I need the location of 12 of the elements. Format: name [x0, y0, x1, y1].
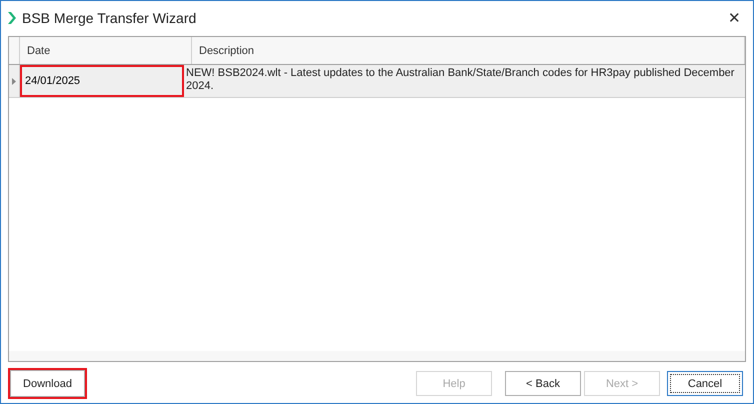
chevron-icon: [7, 12, 16, 24]
download-button[interactable]: Download: [8, 368, 87, 399]
description-cell-text: NEW! BSB2024.wlt - Latest updates to the Australian Bank/State/Branch codes for HR3pay published December 2024.: [185, 66, 736, 94]
wizard-button[interactable]: < Back: [505, 371, 581, 396]
date-cell: 24/01/2025: [20, 65, 184, 97]
table-row[interactable]: 24/01/2025 NEW! BSB2024.wlt - Latest updates to the Australian Bank/State/Branch codes for HR3pay published December 2024.: [9, 65, 745, 98]
window-title: BSB Merge Transfer Wizard: [22, 10, 198, 26]
wizard-button[interactable]: Cancel: [667, 371, 743, 396]
row-pointer-icon: [12, 78, 16, 84]
column-header[interactable]: Date: [20, 37, 192, 64]
close-button[interactable]: ✕: [724, 9, 745, 27]
column-header[interactable]: Description: [192, 37, 745, 64]
